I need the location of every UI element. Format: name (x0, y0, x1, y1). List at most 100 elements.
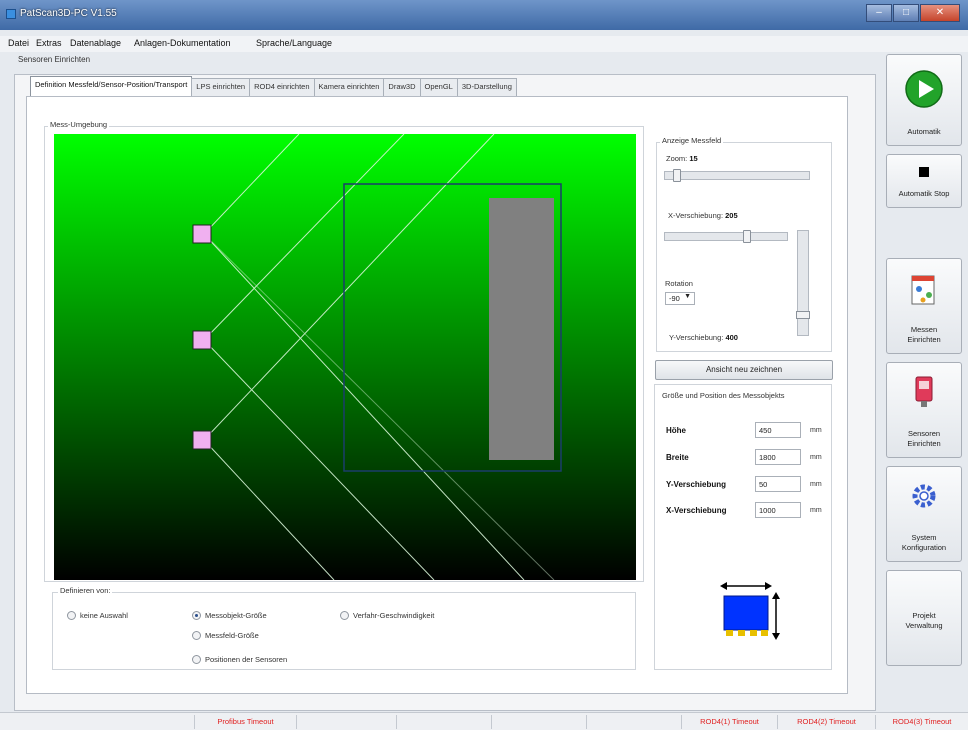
radio-indicator-selected (192, 611, 201, 620)
tab-3d-darstellung[interactable]: 3D-Darstellung (456, 78, 517, 96)
close-button[interactable]: ✕ (920, 4, 960, 22)
sensoren-einrichten-label: Sensoren Einrichten (907, 429, 941, 448)
rotation-select[interactable]: -90 ▼ (665, 292, 695, 305)
measurement-object (489, 198, 554, 460)
radio-indicator (192, 655, 201, 664)
chevron-down-icon: ▼ (684, 293, 691, 300)
zoom-label-text: Zoom: (666, 154, 688, 163)
x-verschiebung-value: 205 (725, 211, 738, 220)
radio-label: Positionen der Sensoren (205, 655, 288, 664)
y-verschiebung-value: 400 (725, 333, 738, 342)
radio-messfeld-groesse[interactable]: Messfeld-Größe (192, 631, 259, 640)
status-rod4-1: ROD4(1) Timeout (682, 715, 778, 729)
sensor-1[interactable] (192, 224, 212, 244)
menu-extras[interactable]: Extras (36, 38, 62, 48)
status-cell-empty (492, 715, 587, 729)
x-verschiebung-field-label: X-Verschiebung (666, 506, 727, 515)
radio-label: keine Auswahl (80, 611, 128, 620)
ansicht-neu-zeichnen-button[interactable]: Ansicht neu zeichnen (655, 360, 833, 380)
window-title: PatScan3D-PC V1.55 (20, 8, 117, 19)
y-verschiebung-unit: mm (810, 481, 822, 488)
radio-positionen-sensoren[interactable]: Positionen der Sensoren (192, 655, 287, 664)
status-cell-empty (0, 715, 195, 729)
y-verschiebung-input[interactable]: 50 (755, 476, 801, 492)
menu-datenablage[interactable]: Datenablage (70, 38, 121, 48)
sensor-2[interactable] (192, 330, 212, 350)
status-rod4-3: ROD4(3) Timeout (892, 717, 952, 726)
measurement-scene[interactable] (54, 134, 636, 580)
rotation-label: Rotation (665, 279, 693, 288)
menu-sprache[interactable]: Sprache/Language (256, 38, 332, 48)
tab-lps[interactable]: LPS einrichten (191, 78, 251, 96)
automatik-stop-label: Automatik Stop (898, 189, 950, 198)
status-cell-empty (587, 715, 682, 729)
status-cell-empty (397, 715, 492, 729)
projekt-verwaltung-button[interactable]: Projekt Verwaltung (886, 570, 962, 666)
anzeige-messfeld-label: Anzeige Messfeld (660, 136, 724, 145)
status-cell-empty (297, 715, 397, 729)
radio-indicator (67, 611, 76, 620)
hoehe-input[interactable]: 450 (755, 422, 801, 438)
x-verschiebung-unit: mm (810, 507, 822, 514)
zoom-label: Zoom: 15 (666, 154, 698, 163)
tab-rod4[interactable]: ROD4 einrichten (249, 78, 315, 96)
object-size-icon (720, 582, 780, 640)
zoom-slider[interactable] (664, 169, 810, 182)
breite-unit: mm (810, 454, 822, 461)
zoom-slider-thumb[interactable] (673, 169, 681, 182)
play-icon (905, 70, 943, 108)
y-verschiebung-label: Y-Verschiebung: 400 (669, 333, 738, 342)
stop-icon (919, 167, 929, 177)
radio-indicator (340, 611, 349, 620)
y-verschiebung-field-label: Y-Verschiebung (666, 480, 727, 489)
maximize-button[interactable]: □ (893, 4, 919, 22)
sensor-icon (915, 376, 933, 407)
radio-label: Messfeld-Größe (205, 631, 259, 640)
status-bar: Profibus Timeout ROD4(1) Timeout ROD4(2)… (0, 712, 968, 730)
automatik-stop-button[interactable]: Automatik Stop (886, 154, 962, 208)
sensor-3[interactable] (192, 430, 212, 450)
x-verschiebung-slider[interactable] (664, 230, 788, 243)
radio-label: Verfahr-Geschwindigkeit (353, 611, 435, 620)
gear-icon (912, 484, 936, 508)
tab-draw3d[interactable]: Draw3D (383, 78, 421, 96)
messobjekt-label: Größe und Position des Messobjekts (662, 391, 785, 400)
system-konfiguration-button[interactable]: System Konfiguration (886, 466, 962, 562)
hoehe-unit: mm (810, 427, 822, 434)
tab-opengl[interactable]: OpenGL (419, 78, 458, 96)
automatik-button[interactable]: Automatik (886, 54, 962, 146)
definieren-group (52, 592, 636, 670)
radio-verfahr-geschwindigkeit[interactable]: Verfahr-Geschwindigkeit (340, 611, 434, 620)
form-caption: Sensoren Einrichten (18, 55, 91, 64)
x-verschiebung-label-text: X-Verschiebung: (668, 211, 724, 220)
tab-kamera[interactable]: Kamera einrichten (313, 78, 385, 96)
app-icon (6, 9, 16, 19)
x-verschiebung-input[interactable]: 1000 (755, 502, 801, 518)
breite-input[interactable]: 1800 (755, 449, 801, 465)
application-window: PatScan3D-PC V1.55 – □ ✕ Datei Extras Da… (0, 0, 968, 730)
mess-umgebung-label: Mess-Umgebung (48, 120, 110, 129)
radio-keine-auswahl[interactable]: keine Auswahl (67, 611, 128, 620)
radio-messobjekt-groesse[interactable]: Messobjekt-Größe (192, 611, 267, 620)
tab-definition-messfeld[interactable]: Definition Messfeld/Sensor-Position/Tran… (30, 76, 193, 96)
y-verschiebung-slider[interactable] (796, 230, 810, 336)
minimize-button[interactable]: – (866, 4, 892, 22)
x-verschiebung-label: X-Verschiebung: 205 (668, 211, 738, 220)
y-verschiebung-thumb[interactable] (796, 311, 810, 319)
messen-einrichten-label: Messen Einrichten (907, 325, 941, 344)
title-bar: PatScan3D-PC V1.55 – □ ✕ (0, 0, 968, 30)
system-konfiguration-label: System Konfiguration (901, 533, 947, 552)
breite-label: Breite (666, 453, 689, 462)
status-rod4-2: ROD4(2) Timeout (778, 715, 876, 729)
rotation-value: -90 (669, 294, 680, 303)
messen-einrichten-button[interactable]: Messen Einrichten (886, 258, 962, 354)
automatik-label: Automatik (907, 127, 941, 136)
menu-bar: Datei Extras Datenablage Anlagen-Dokumen… (0, 36, 968, 52)
tab-strip: Definition Messfeld/Sensor-Position/Tran… (30, 76, 517, 96)
sensoren-einrichten-button[interactable]: Sensoren Einrichten (886, 362, 962, 458)
x-verschiebung-thumb[interactable] (743, 230, 751, 243)
y-verschiebung-label-text: Y-Verschiebung: (669, 333, 724, 342)
hoehe-label: Höhe (666, 426, 686, 435)
menu-datei[interactable]: Datei (8, 38, 29, 48)
menu-anlagen-dokumentation[interactable]: Anlagen-Dokumentation (134, 38, 231, 48)
